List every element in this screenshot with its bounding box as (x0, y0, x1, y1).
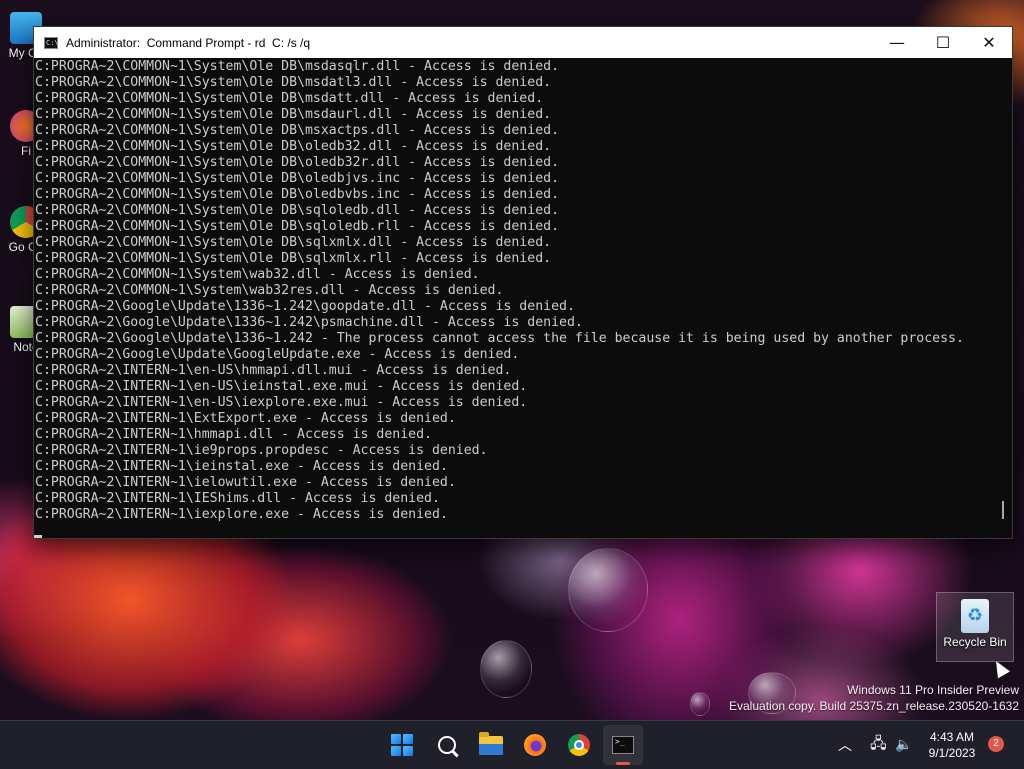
console-line: C:PROGRA~2\INTERN~1\en-US\iexplore.exe.m… (35, 395, 528, 410)
minimize-button[interactable]: — (874, 27, 920, 58)
console-line: C:PROGRA~2\INTERN~1\ielowutil.exe - Acce… (35, 475, 456, 490)
console-line: C:PROGRA~2\COMMON~1\System\wab32res.dll … (35, 283, 504, 298)
console-line: C:PROGRA~2\COMMON~1\System\Ole DB\sqlole… (35, 219, 560, 234)
desktop-icon-label: Fi (21, 144, 31, 158)
console-line: C:PROGRA~2\COMMON~1\System\Ole DB\msdaur… (35, 107, 552, 122)
network-icon: 🖧 (870, 733, 887, 752)
console-line: C:PROGRA~2\COMMON~1\System\Ole DB\msxact… (35, 123, 560, 138)
console-output[interactable]: C:PROGRA~2\COMMON~1\System\Ole DB\msdasq… (34, 58, 1012, 538)
window-title: Administrator: Command Prompt - rd C: /s… (66, 35, 311, 50)
cmd-icon: C:\ (44, 36, 59, 49)
command-prompt-window[interactable]: C:\ Administrator: Command Prompt - rd C… (33, 26, 1013, 539)
console-line: C:PROGRA~2\INTERN~1\ieinstal.exe - Acces… (35, 459, 448, 474)
console-resize-corner (34, 535, 42, 538)
active-app-indicator (616, 762, 630, 765)
console-line: C:PROGRA~2\INTERN~1\ie9props.propdesc - … (35, 443, 488, 458)
tray-overflow-button[interactable]: ︿ (838, 721, 852, 769)
console-line: C:PROGRA~2\COMMON~1\System\Ole DB\msdatt… (35, 91, 544, 106)
console-line: C:PROGRA~2\COMMON~1\System\Ole DB\oledbj… (35, 171, 560, 186)
start-button[interactable] (382, 725, 422, 765)
console-line: C:PROGRA~2\COMMON~1\System\wab32.dll - A… (35, 267, 480, 282)
console-line: C:PROGRA~2\COMMON~1\System\Ole DB\oledb3… (35, 139, 552, 154)
console-line: C:PROGRA~2\COMMON~1\System\Ole DB\oledb3… (35, 155, 560, 170)
volume-button[interactable]: 🔈 (895, 721, 912, 769)
network-button[interactable]: 🖧 (870, 721, 887, 769)
console-line: C:PROGRA~2\Google\Update\1336~1.242\goop… (35, 299, 575, 314)
watermark-build: Evaluation copy. Build 25375.zn_release.… (729, 699, 1019, 713)
console-line: C:PROGRA~2\COMMON~1\System\Ole DB\sqlxml… (35, 235, 552, 250)
clock-time: 4:43 AM (929, 730, 975, 744)
start-icon (391, 734, 413, 756)
wallpaper-bubble (690, 692, 710, 716)
console-line: C:PROGRA~2\INTERN~1\ExtExport.exe - Acce… (35, 411, 456, 426)
windows-watermark: Windows 11 Pro Insider Preview Evaluatio… (729, 682, 1019, 714)
clock-date: 9/1/2023 (928, 746, 976, 760)
maximize-icon: ☐ (935, 33, 951, 52)
console-line: C:PROGRA~2\COMMON~1\System\Ole DB\oledbv… (35, 187, 560, 202)
chrome-icon (568, 734, 590, 756)
notification-badge[interactable]: 2 (988, 736, 1004, 752)
console-line: C:PROGRA~2\COMMON~1\System\Ole DB\msdatl… (35, 75, 552, 90)
console-line: C:PROGRA~2\COMMON~1\System\Ole DB\msdasq… (35, 59, 560, 74)
console-line: C:PROGRA~2\Google\Update\1336~1.242 - Th… (35, 331, 964, 346)
console-line: C:PROGRA~2\Google\Update\1336~1.242\psma… (35, 315, 583, 330)
maximize-button[interactable]: ☐ (920, 27, 966, 58)
console-scrollbar[interactable] (1002, 501, 1004, 519)
chevron-up-icon: ︿ (838, 738, 852, 754)
console-line: C:PROGRA~2\INTERN~1\hmmapi.dll - Access … (35, 427, 432, 442)
console-line: C:PROGRA~2\COMMON~1\System\Ole DB\sqlole… (35, 203, 560, 218)
chrome-button[interactable] (559, 725, 599, 765)
taskbar: >_ ︿ 🖧 🔈 4:43 AM 9/1/2023 (0, 720, 1024, 769)
firefox-button[interactable] (515, 725, 555, 765)
wallpaper-bubble (480, 640, 532, 698)
wallpaper-bubble (568, 548, 648, 632)
watermark-edition: Windows 11 Pro Insider Preview (847, 683, 1019, 697)
close-icon: ✕ (982, 33, 996, 52)
window-titlebar[interactable]: C:\ Administrator: Command Prompt - rd C… (34, 27, 1012, 58)
recycle-bin-label: Recycle Bin (943, 635, 1007, 649)
close-button[interactable]: ✕ (966, 27, 1012, 58)
clock[interactable]: 4:43 AM 9/1/2023 (920, 729, 984, 761)
file-explorer-button[interactable] (471, 725, 511, 765)
console-line: C:PROGRA~2\INTERN~1\en-US\ieinstal.exe.m… (35, 379, 528, 394)
file-explorer-icon (479, 731, 503, 755)
minimize-icon: — (889, 33, 905, 52)
desktop-icon-recycle-bin[interactable]: Recycle Bin (936, 592, 1014, 662)
command-prompt-button[interactable]: >_ (603, 725, 643, 765)
firefox-icon (524, 734, 546, 756)
volume-icon: 🔈 (895, 737, 913, 753)
console-line: C:PROGRA~2\COMMON~1\System\Ole DB\sqlxml… (35, 251, 552, 266)
console-line: C:PROGRA~2\Google\Update\GoogleUpdate.ex… (35, 347, 520, 362)
console-line: C:PROGRA~2\INTERN~1\en-US\hmmapi.dll.mui… (35, 363, 512, 378)
search-button[interactable] (427, 725, 467, 765)
console-line: C:PROGRA~2\INTERN~1\iexplore.exe - Acces… (35, 507, 448, 522)
search-icon (438, 736, 456, 754)
console-line: C:PROGRA~2\INTERN~1\IEShims.dll - Access… (35, 491, 440, 506)
recycle-bin-icon (961, 599, 989, 633)
command-prompt-icon: >_ (612, 736, 634, 754)
